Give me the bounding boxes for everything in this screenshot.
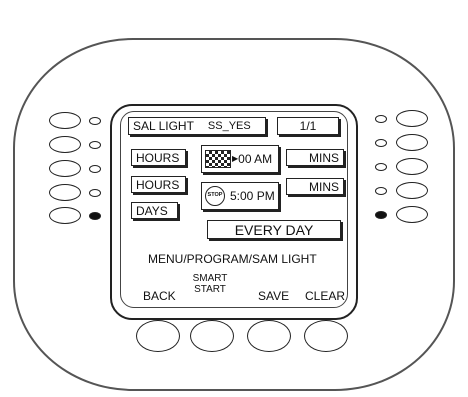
mins-label-2: MINS <box>309 179 339 194</box>
left-led-3 <box>89 165 101 173</box>
right-led-2 <box>375 139 387 147</box>
hours-field-2[interactable]: HOURS <box>131 176 186 193</box>
softkey-smart-start-label: SMART START <box>192 273 228 295</box>
page-number: 1/1 <box>299 119 317 133</box>
mins-label-1: MINS <box>309 150 339 165</box>
start-time-field[interactable]: ▶ 00 AM <box>201 145 279 173</box>
left-led-4 <box>89 189 101 197</box>
days-field[interactable]: DAYS <box>131 202 178 219</box>
left-led-5 <box>89 212 101 220</box>
program-title: SAL LIGHT <box>133 119 194 133</box>
right-led-1 <box>375 115 387 123</box>
schedule-field[interactable]: EVERY DAY <box>207 220 341 239</box>
mins-field-1[interactable]: MINS <box>286 149 344 166</box>
left-led-1 <box>89 117 101 125</box>
softkey-save-label: SAVE <box>258 289 290 303</box>
hours-label-2: HOURS <box>136 177 180 192</box>
left-side-button-5[interactable] <box>49 207 81 224</box>
right-side-button-3[interactable] <box>396 158 428 175</box>
right-side-button-1[interactable] <box>396 110 428 127</box>
softkey-back-label: BACK <box>143 289 176 303</box>
stop-time-field[interactable]: STOP 5:00 PM <box>201 182 279 210</box>
left-side-button-4[interactable] <box>49 184 81 201</box>
softkey-clear-label: CLEAR <box>305 289 346 303</box>
softkey-clear-button[interactable] <box>304 320 348 352</box>
right-side-button-5[interactable] <box>396 206 428 223</box>
program-value: SS_YES <box>207 119 251 132</box>
left-side-button-3[interactable] <box>49 160 81 177</box>
softkey-smart-start-button[interactable] <box>190 320 234 352</box>
hours-field-1[interactable]: HOURS <box>131 149 186 166</box>
hours-label-1: HOURS <box>136 150 180 165</box>
program-name-field[interactable]: SAL LIGHT SS_YES <box>128 117 266 135</box>
left-side-button-1[interactable] <box>49 112 81 129</box>
days-label: DAYS <box>136 203 168 218</box>
left-led-2 <box>89 141 101 149</box>
softkey-save-button[interactable] <box>247 320 291 352</box>
stop-icon: STOP <box>205 186 225 206</box>
mins-field-2[interactable]: MINS <box>286 178 344 195</box>
right-led-5 <box>375 211 387 219</box>
checkered-flag-icon <box>205 150 231 168</box>
page-indicator: 1/1 <box>277 117 339 135</box>
right-side-button-4[interactable] <box>396 182 428 199</box>
schedule-value: EVERY DAY <box>234 221 314 238</box>
start-time-value: 00 AM <box>238 152 273 166</box>
right-led-4 <box>375 187 387 195</box>
menu-path: MENU/PROGRAM/SAM LIGHT <box>148 252 317 266</box>
left-side-button-2[interactable] <box>49 136 81 153</box>
softkey-back-button[interactable] <box>136 320 180 352</box>
right-side-button-2[interactable] <box>396 134 428 151</box>
stop-time-value: 5:00 PM <box>230 189 275 203</box>
right-led-3 <box>375 163 387 171</box>
